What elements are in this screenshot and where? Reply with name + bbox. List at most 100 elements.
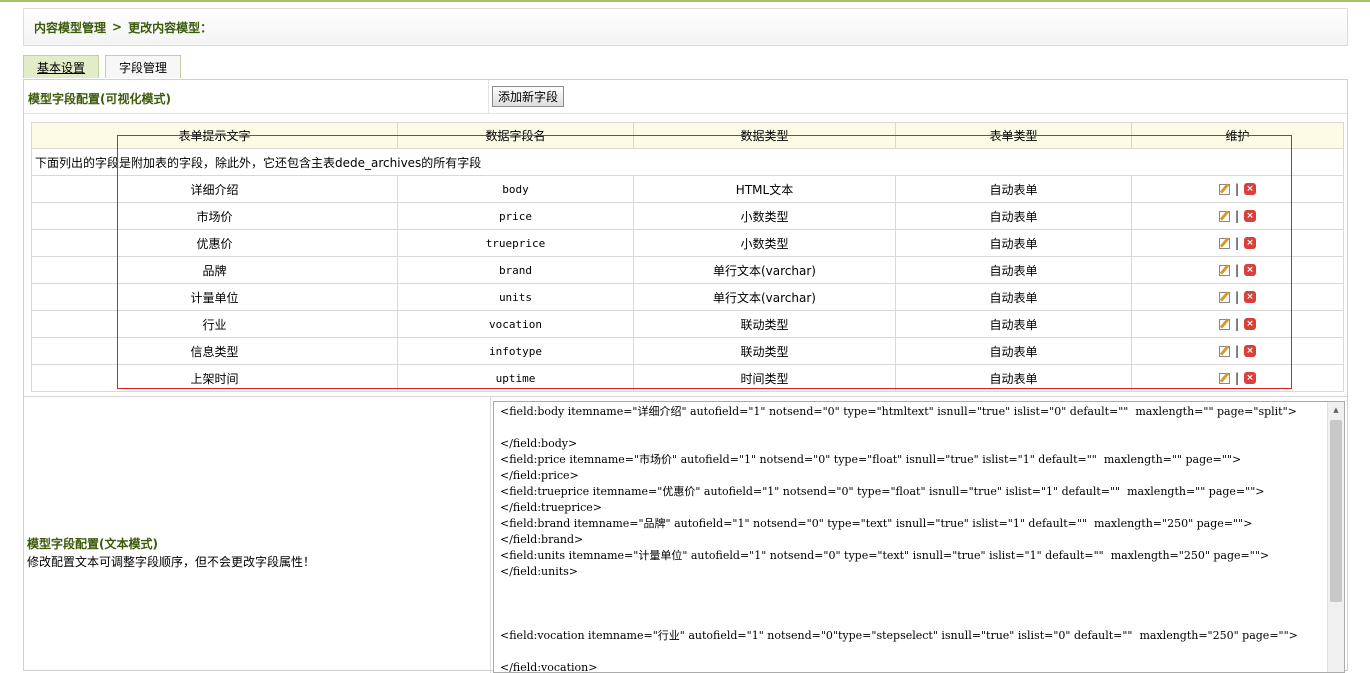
row-data-type: 单行文本(varchar) xyxy=(633,256,896,284)
code-line: </field:price> xyxy=(500,469,579,482)
delete-icon[interactable]: × xyxy=(1244,237,1257,250)
edit-icon[interactable] xyxy=(1218,183,1230,195)
table-row: 详细介绍 body HTML文本 自动表单 | × xyxy=(31,175,1344,203)
text-mode-label-cell: 模型字段配置(文本模式) 修改配置文本可调整字段顺序，但不会更改字段属性！ xyxy=(24,397,491,673)
row-actions: | × xyxy=(1131,310,1344,338)
row-actions: | × xyxy=(1131,364,1344,392)
field-config-textarea[interactable]: <field:body itemname="详细介绍" autofield="1… xyxy=(493,401,1345,673)
code-line: <field:vocation itemname="行业" autofield=… xyxy=(500,629,1298,642)
tab-basic-settings[interactable]: 基本设置 xyxy=(23,55,100,78)
row-data-type: 联动类型 xyxy=(633,337,896,365)
row-form-type: 自动表单 xyxy=(895,229,1132,257)
add-field-button[interactable]: 添加新字段 xyxy=(492,86,565,107)
code-line: <field:body itemname="详细介绍" autofield="1… xyxy=(500,405,1297,418)
table-row: 品牌 brand 单行文本(varchar) 自动表单 | × xyxy=(31,256,1344,284)
row-label: 详细介绍 xyxy=(31,175,398,203)
row-data-type: 小数类型 xyxy=(633,202,896,230)
row-actions: | × xyxy=(1131,256,1344,284)
row-data-type: 小数类型 xyxy=(633,229,896,257)
row-field-name: units xyxy=(397,283,634,311)
action-separator: | xyxy=(1234,344,1240,359)
visual-mode-title: 模型字段配置(可视化模式) xyxy=(28,92,171,106)
column-header-form-type: 表单类型 xyxy=(895,122,1132,149)
action-separator: | xyxy=(1234,236,1240,251)
table-row: 市场价 price 小数类型 自动表单 | × xyxy=(31,202,1344,230)
row-label: 信息类型 xyxy=(31,337,398,365)
tab-field-management[interactable]: 字段管理 xyxy=(105,55,182,78)
action-separator: | xyxy=(1234,317,1240,332)
scroll-thumb[interactable] xyxy=(1330,420,1342,602)
row-actions: | × xyxy=(1131,337,1344,365)
code-line: <field:brand itemname="品牌" autofield="1"… xyxy=(500,517,1253,530)
text-mode-title: 模型字段配置(文本模式) xyxy=(27,537,158,551)
edit-icon[interactable] xyxy=(1218,210,1230,222)
breadcrumb: 内容模型管理 > 更改内容模型： xyxy=(23,8,1348,46)
delete-icon[interactable]: × xyxy=(1244,291,1257,304)
action-separator: | xyxy=(1234,290,1240,305)
row-actions: | × xyxy=(1131,202,1344,230)
textarea-scrollbar[interactable]: ▲ xyxy=(1327,402,1344,672)
delete-icon[interactable]: × xyxy=(1244,345,1257,358)
breadcrumb-item-model-management[interactable]: 内容模型管理 xyxy=(34,19,106,36)
column-header-label: 表单提示文字 xyxy=(31,122,398,149)
code-line: <field:price itemname="市场价" autofield="1… xyxy=(500,453,1242,466)
code-line: <field:units itemname="计量单位" autofield="… xyxy=(500,549,1270,562)
table-note-row: 下面列出的字段是附加表的字段，除此外，它还包含主表dede_archives的所… xyxy=(31,148,1344,176)
edit-icon[interactable] xyxy=(1218,372,1230,384)
edit-icon[interactable] xyxy=(1218,237,1230,249)
visual-mode-header-row: 模型字段配置(可视化模式) 添加新字段 xyxy=(24,80,1347,114)
field-config-panel: 模型字段配置(可视化模式) 添加新字段 表单提示文字 数据字段名 数据类型 表单… xyxy=(23,79,1348,673)
row-form-type: 自动表单 xyxy=(895,256,1132,284)
code-line: </field:units> xyxy=(500,565,579,578)
table-note: 下面列出的字段是附加表的字段，除此外，它还包含主表dede_archives的所… xyxy=(31,148,1344,176)
delete-icon[interactable]: × xyxy=(1244,210,1257,223)
row-label: 计量单位 xyxy=(31,283,398,311)
row-label: 行业 xyxy=(31,310,398,338)
row-form-type: 自动表单 xyxy=(895,202,1132,230)
edit-icon[interactable] xyxy=(1218,291,1230,303)
table-row: 计量单位 units 单行文本(varchar) 自动表单 | × xyxy=(31,283,1344,311)
delete-icon[interactable]: × xyxy=(1244,372,1257,385)
row-actions: | × xyxy=(1131,175,1344,203)
action-separator: | xyxy=(1234,182,1240,197)
row-label: 市场价 xyxy=(31,202,398,230)
code-line: </field:brand> xyxy=(500,533,584,546)
table-row: 优惠价 trueprice 小数类型 自动表单 | × xyxy=(31,229,1344,257)
code-line: </field:trueprice> xyxy=(500,501,603,514)
text-mode-description: 修改配置文本可调整字段顺序，但不会更改字段属性！ xyxy=(27,555,316,569)
row-data-type: 联动类型 xyxy=(633,310,896,338)
action-separator: | xyxy=(1234,371,1240,386)
edit-icon[interactable] xyxy=(1218,345,1230,357)
row-field-name: infotype xyxy=(397,337,634,365)
fields-table: 表单提示文字 数据字段名 数据类型 表单类型 维护 下面列出的字段是附加表的字段… xyxy=(31,122,1344,392)
row-field-name: vocation xyxy=(397,310,634,338)
edit-icon[interactable] xyxy=(1218,264,1230,276)
row-field-name: body xyxy=(397,175,634,203)
row-form-type: 自动表单 xyxy=(895,364,1132,392)
top-accent-line xyxy=(0,0,1370,2)
row-actions: | × xyxy=(1131,229,1344,257)
table-row: 上架时间 uptime 时间类型 自动表单 | × xyxy=(31,364,1344,392)
text-mode-section: 模型字段配置(文本模式) 修改配置文本可调整字段顺序，但不会更改字段属性！ <f… xyxy=(24,396,1347,673)
row-field-name: price xyxy=(397,202,634,230)
row-field-name: uptime xyxy=(397,364,634,392)
code-line: <field:trueprice itemname="优惠价" autofiel… xyxy=(500,485,1265,498)
row-field-name: trueprice xyxy=(397,229,634,257)
delete-icon[interactable]: × xyxy=(1244,183,1257,196)
table-header-row: 表单提示文字 数据字段名 数据类型 表单类型 维护 xyxy=(31,122,1344,149)
column-header-field-name: 数据字段名 xyxy=(397,122,634,149)
delete-icon[interactable]: × xyxy=(1244,318,1257,331)
column-header-actions: 维护 xyxy=(1131,122,1344,149)
edit-icon[interactable] xyxy=(1218,318,1230,330)
row-form-type: 自动表单 xyxy=(895,175,1132,203)
row-data-type: 单行文本(varchar) xyxy=(633,283,896,311)
tab-bar: 基本设置 字段管理 xyxy=(23,55,187,79)
delete-icon[interactable]: × xyxy=(1244,264,1257,277)
table-row: 信息类型 infotype 联动类型 自动表单 | × xyxy=(31,337,1344,365)
scroll-up-arrow-icon[interactable]: ▲ xyxy=(1328,402,1344,418)
